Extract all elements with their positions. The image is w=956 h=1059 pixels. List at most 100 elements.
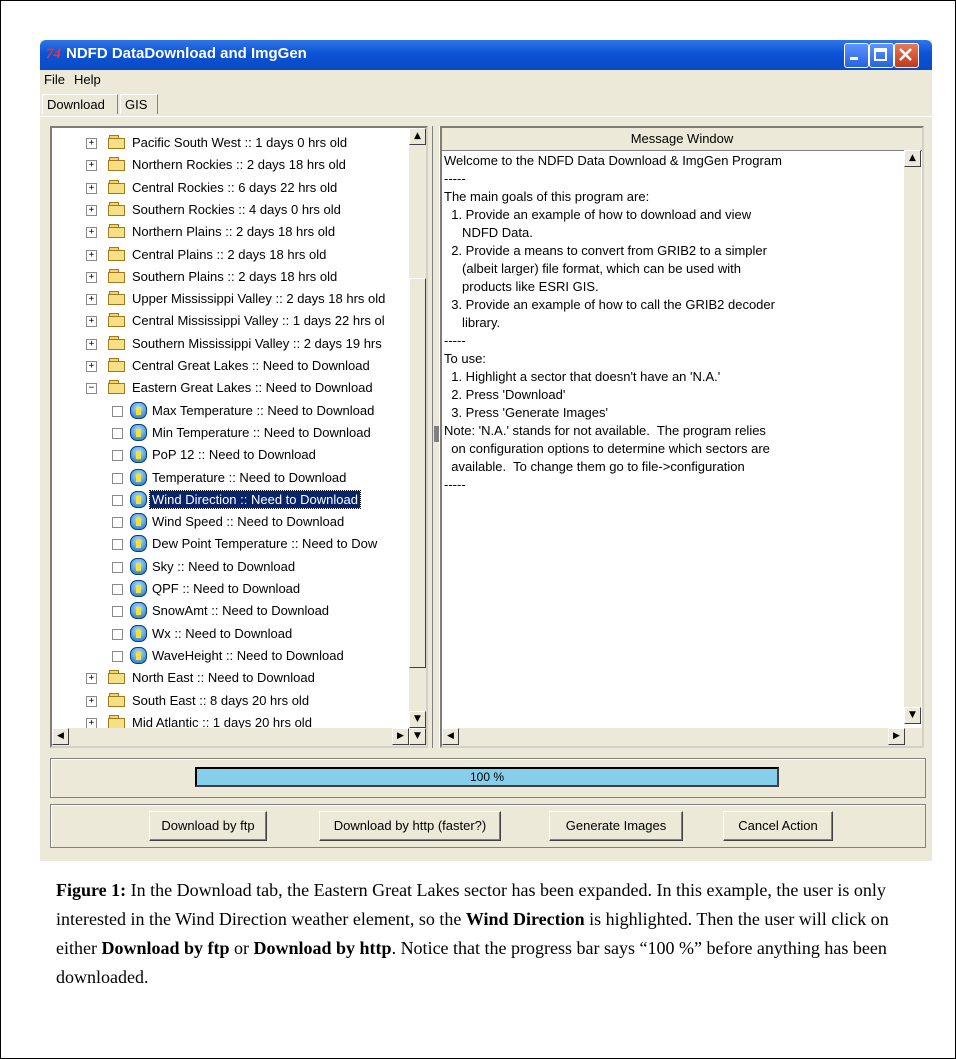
tree-sector-row[interactable]: + Upper Mississippi Valley :: 2 days 18 h… bbox=[52, 288, 408, 310]
tree-element-row[interactable]: WaveHeight :: Need to Download bbox=[52, 645, 408, 667]
expand-icon[interactable]: + bbox=[86, 271, 97, 283]
tree-sector-row[interactable]: − Eastern Great Lakes :: Need to Download bbox=[52, 377, 408, 399]
tree-vscrollbar[interactable]: ▲ ▼ bbox=[409, 128, 426, 728]
expand-icon[interactable]: + bbox=[86, 249, 97, 261]
tree-sector-row[interactable]: + Pacific South West :: 1 days 0 hrs old bbox=[52, 132, 408, 154]
tree-element-row[interactable]: Wind Direction :: Need to Download bbox=[52, 489, 408, 511]
title-bar[interactable]: 74 NDFD DataDownload and ImgGen bbox=[40, 40, 932, 70]
weather-element-icon bbox=[130, 513, 147, 531]
tree-sector-row[interactable]: + Central Great Lakes :: Need to Download bbox=[52, 355, 408, 377]
cancel-action-button[interactable]: Cancel Action bbox=[723, 811, 833, 841]
caption-label: Figure 1: bbox=[56, 880, 127, 900]
element-checkbox[interactable] bbox=[112, 427, 123, 439]
tree-element-row[interactable]: Max Temperature :: Need to Download bbox=[52, 400, 408, 422]
tree-item-label: Sky :: Need to Download bbox=[152, 558, 296, 574]
expand-icon[interactable]: + bbox=[86, 294, 97, 306]
close-button[interactable] bbox=[894, 43, 919, 68]
tree-sector-row[interactable]: + Northern Rockies :: 2 days 18 hrs old bbox=[52, 154, 408, 176]
folder-icon bbox=[108, 179, 126, 194]
tree-sector-row[interactable]: + Central Rockies :: 6 days 22 hrs old bbox=[52, 177, 408, 199]
tab-download[interactable]: Download bbox=[42, 94, 118, 114]
scroll-left-button[interactable]: ◀ bbox=[52, 728, 69, 745]
folder-icon bbox=[108, 157, 126, 172]
scroll-thumb[interactable] bbox=[409, 278, 426, 668]
message-line: 2. Press 'Download' bbox=[444, 387, 566, 402]
generate-images-button[interactable]: Generate Images bbox=[549, 811, 683, 841]
tree-element-row[interactable]: Wx :: Need to Download bbox=[52, 623, 408, 645]
msg-scroll-left-button[interactable]: ◀ bbox=[442, 728, 459, 745]
expand-icon[interactable]: + bbox=[86, 316, 97, 328]
download-http-button[interactable]: Download by http (faster?) bbox=[319, 811, 501, 841]
menu-bar: File Help bbox=[40, 70, 932, 90]
message-hscrollbar[interactable]: ◀ ▶ bbox=[442, 728, 922, 746]
weather-element-icon bbox=[130, 646, 147, 664]
download-ftp-button[interactable]: Download by ftp bbox=[149, 811, 267, 841]
tree-sector-row[interactable]: + Southern Mississippi Valley :: 2 days 1… bbox=[52, 333, 408, 355]
scroll-right-button[interactable]: ▶ bbox=[392, 728, 409, 745]
scroll-down-button[interactable]: ▼ bbox=[409, 711, 426, 728]
element-checkbox[interactable] bbox=[112, 405, 123, 417]
tree-element-row[interactable]: PoP 12 :: Need to Download bbox=[52, 444, 408, 466]
tree-element-row[interactable]: Wind Speed :: Need to Download bbox=[52, 511, 408, 533]
menu-file[interactable]: File bbox=[44, 72, 65, 87]
expand-icon[interactable]: + bbox=[86, 361, 97, 372]
scroll-up-button[interactable]: ▲ bbox=[409, 128, 426, 145]
tree-item-label: Dew Point Temperature :: Need to Dow bbox=[152, 536, 378, 552]
msg-scroll-up-button[interactable]: ▲ bbox=[904, 150, 921, 167]
message-vscrollbar[interactable]: ▲ ▼ bbox=[904, 150, 921, 724]
element-checkbox[interactable] bbox=[112, 539, 123, 551]
sector-tree[interactable]: + Pacific South West :: 1 days 0 hrs old +… bbox=[50, 126, 428, 748]
element-checkbox[interactable] bbox=[112, 561, 123, 573]
tab-gis[interactable]: GIS bbox=[120, 94, 158, 114]
msg-scroll-down-button[interactable]: ▼ bbox=[904, 707, 921, 724]
tree-item-label: QPF :: Need to Download bbox=[152, 581, 301, 596]
collapse-icon[interactable]: − bbox=[86, 383, 97, 395]
expand-icon[interactable]: + bbox=[86, 160, 97, 172]
tree-sector-row[interactable]: + Central Plains :: 2 days 18 hrs old bbox=[52, 244, 408, 266]
splitter-grip[interactable] bbox=[434, 426, 439, 442]
expand-icon[interactable]: + bbox=[86, 227, 97, 239]
tree-element-row[interactable]: Dew Point Temperature :: Need to Dow bbox=[52, 533, 408, 555]
tab-divider bbox=[40, 116, 932, 117]
tree-sector-row[interactable]: + South East :: 8 days 20 hrs old bbox=[52, 690, 408, 712]
expand-icon[interactable]: + bbox=[86, 338, 97, 350]
tree-sector-row[interactable]: + Southern Rockies :: 4 days 0 hrs old bbox=[52, 199, 408, 221]
folder-icon bbox=[108, 358, 126, 372]
tree-element-row[interactable]: SnowAmt :: Need to Download bbox=[52, 600, 408, 622]
app-icon: 74 bbox=[46, 46, 61, 62]
menu-help[interactable]: Help bbox=[74, 72, 101, 87]
tree-element-row[interactable]: Min Temperature :: Need to Download bbox=[52, 422, 408, 444]
tree-hscrollbar[interactable]: ◀ ▶ ▼ bbox=[52, 728, 426, 746]
tree-item-label: Southern Mississippi Valley :: 2 days 19… bbox=[132, 335, 382, 351]
element-checkbox[interactable] bbox=[112, 517, 123, 529]
tree-element-row[interactable]: Temperature :: Need to Download bbox=[52, 467, 408, 489]
element-checkbox[interactable] bbox=[112, 494, 123, 506]
tree-sector-row[interactable]: + Southern Plains :: 2 days 18 hrs old bbox=[52, 266, 408, 288]
expand-icon[interactable]: + bbox=[86, 138, 97, 149]
tree-item-label: Central Great Lakes :: Need to Download bbox=[132, 358, 370, 373]
folder-icon bbox=[108, 291, 126, 306]
element-checkbox[interactable] bbox=[112, 628, 123, 640]
tree-element-row[interactable]: QPF :: Need to Download bbox=[52, 578, 408, 600]
tree-sector-row[interactable]: + North East :: Need to Download bbox=[52, 667, 408, 689]
expand-icon[interactable]: + bbox=[86, 182, 97, 194]
tree-sector-row[interactable]: + Central Mississippi Valley :: 1 days 22… bbox=[52, 310, 408, 332]
weather-element-icon bbox=[130, 624, 147, 642]
expand-icon[interactable]: + bbox=[86, 695, 97, 707]
tree-element-row[interactable]: Sky :: Need to Download bbox=[52, 556, 408, 578]
figure-caption: Figure 1: In the Download tab, the Easte… bbox=[56, 876, 916, 992]
element-checkbox[interactable] bbox=[112, 450, 123, 462]
expand-icon[interactable]: + bbox=[86, 204, 97, 216]
element-checkbox[interactable] bbox=[112, 650, 123, 662]
tree-sector-row[interactable]: + Northern Plains :: 2 days 18 hrs old bbox=[52, 221, 408, 243]
pane-splitter[interactable] bbox=[432, 126, 440, 748]
element-checkbox[interactable] bbox=[112, 472, 123, 484]
element-checkbox[interactable] bbox=[112, 606, 123, 618]
maximize-button[interactable] bbox=[869, 43, 894, 68]
minimize-button[interactable] bbox=[844, 43, 869, 68]
msg-scroll-right-button[interactable]: ▶ bbox=[888, 728, 905, 745]
scroll-down-button-2[interactable]: ▼ bbox=[409, 728, 426, 745]
expand-icon[interactable]: + bbox=[86, 673, 97, 685]
tree-item-label: Pacific South West :: 1 days 0 hrs old bbox=[132, 135, 348, 150]
element-checkbox[interactable] bbox=[112, 584, 123, 595]
